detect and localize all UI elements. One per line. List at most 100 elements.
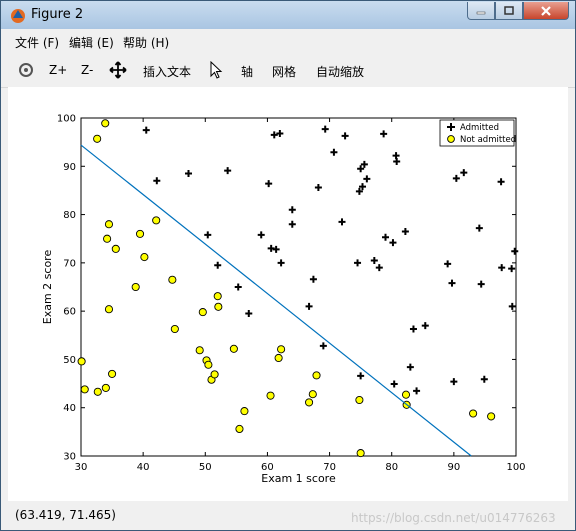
not-admitted-point [469,409,478,418]
admitted-point [498,264,506,272]
not-admitted-point [101,119,110,128]
pan-icon[interactable] [109,61,127,79]
select-cursor-icon[interactable] [207,61,225,79]
toolbar: Z+ Z- 插入文本 轴 网格 自动缩放 [1,53,575,88]
admitted-point [380,130,388,138]
not-admitted-point [356,449,365,458]
admitted-point [448,279,456,287]
admitted-point [314,184,322,192]
scatter-plot[interactable]: 30 40 50 60 70 80 90 10030405060708090100 Admit… [8,87,568,501]
not-admitted-point [204,360,213,369]
admitted-point [321,125,329,133]
admitted-point [370,256,378,264]
not-admitted-point [198,308,207,317]
not-admitted-point [240,407,249,416]
not-admitted-point [152,216,161,225]
status-bar: (63.419, 71.465) https://blog.csdn.net/u… [1,501,575,530]
zoom-in-button[interactable]: Z+ [49,63,67,77]
menu-help[interactable]: 帮助 (H) [123,34,169,51]
admitted-point [245,310,253,318]
not-admitted-point [103,234,112,243]
menu-file[interactable]: 文件 (F) [15,34,59,51]
admitted-point [480,375,488,383]
not-admitted-point [305,398,314,407]
admitted-point [475,224,483,232]
rotate-icon[interactable] [17,61,35,79]
not-admitted-point [308,390,317,399]
admitted-point [234,283,242,291]
not-admitted-point [229,344,238,353]
admitted-point [401,227,409,235]
admitted-point [450,378,458,386]
admitted-point [142,126,150,134]
x-tick-label: 100 [506,462,525,473]
admitted-point [153,177,161,185]
admitted-point [204,231,212,239]
cursor-coordinates: (63.419, 71.465) [15,508,116,522]
legend: Admitted Not admitted [439,119,516,147]
autoscale-button[interactable]: 自动缩放 [316,63,364,80]
x-tick-label: 30 [75,462,88,473]
admitted-point [357,165,365,173]
legend-label: Not admitted [460,135,516,145]
x-axis-label: Exam 1 score [261,472,336,485]
not-admitted-point [277,345,286,354]
admitted-point [393,157,401,165]
x-tick-label: 90 [447,462,460,473]
not-admitted-point [355,395,364,405]
maximize-button[interactable] [495,2,523,20]
x-tick-label: 40 [137,462,150,473]
not-admitted-point [93,134,102,143]
minimize-button[interactable] [467,2,495,20]
admitted-point [305,302,313,310]
x-tick-label: 80 [385,462,398,473]
admitted-point [477,280,485,288]
grid-button[interactable]: 网格 [272,63,296,80]
not-admitted-point [108,369,117,378]
admitted-point [421,322,429,330]
figure-canvas[interactable]: 30 40 50 60 70 80 90 100 30 40 50 60 70 80 90 100 Admit… [8,87,568,501]
y-tick-label: 50 [63,355,76,366]
admitted-point [214,261,222,269]
not-admitted-point [77,357,86,366]
not-admitted-point [104,220,114,229]
admitted-point [276,129,284,137]
not-admitted-point [210,370,219,379]
not-admitted-point [213,292,222,301]
matlab-logo-icon [11,9,25,23]
axis-button[interactable]: 轴 [241,63,253,80]
admitted-point [413,387,421,395]
y-tick-label: 90 [63,162,76,173]
y-tick-label: 70 [63,258,76,269]
menu-bar: 文件 (F) 编辑 (E) 帮助 (H) [1,29,575,53]
admitted-point [309,275,317,283]
maximize-icon [504,5,514,15]
decision-boundary-line [80,144,472,457]
insert-text-button[interactable]: 插入文本 [143,63,191,80]
y-tick-label: 80 [63,210,76,221]
admitted-point [508,302,516,310]
admitted-point [382,233,389,241]
menu-edit[interactable]: 编辑 (E) [69,34,114,51]
legend-not-admitted-marker [447,135,455,143]
admitted-point [270,131,278,139]
admitted-point [330,148,338,156]
not-admitted-point [135,229,145,238]
close-button[interactable] [523,2,569,20]
admitted-point [444,260,452,268]
not-admitted-point [80,385,89,394]
admitted-point [341,132,349,140]
watermark-text: https://blog.csdn.net/u014776263 [351,511,556,525]
not-admitted-point [487,412,496,421]
title-bar[interactable]: Figure 2 [1,1,575,29]
not-admitted-point [93,387,102,396]
y-tick-label: 30 [63,452,76,463]
not-admitted-point [111,244,120,253]
zoom-out-button[interactable]: Z- [81,63,93,77]
admitted-point [409,325,417,333]
not-admitted-point [235,424,244,434]
x-tick-label: 50 [199,462,212,473]
admitted-point [389,239,397,247]
admitted-point [508,265,516,273]
y-tick-label: 60 [63,307,76,318]
